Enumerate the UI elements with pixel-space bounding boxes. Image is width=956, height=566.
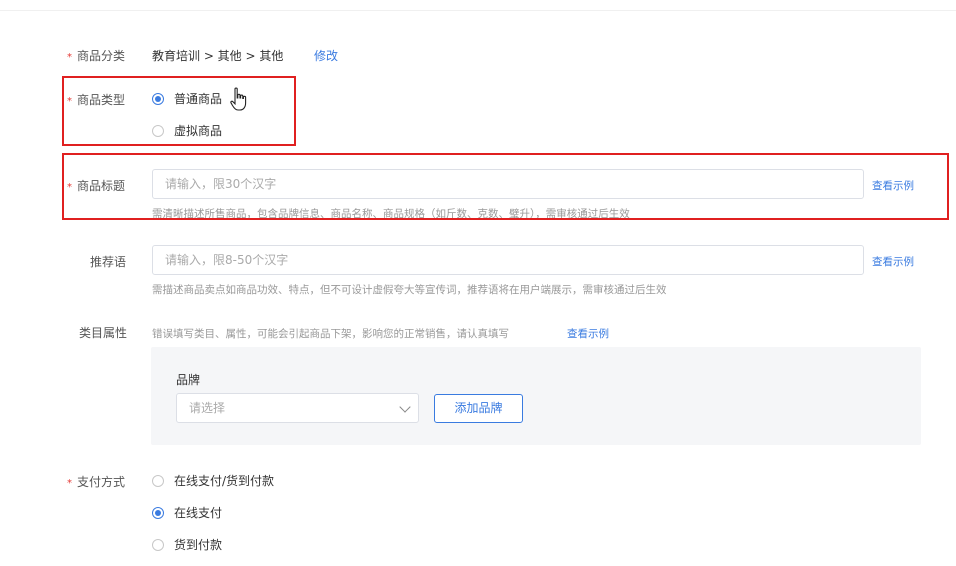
attributes-hint: 错误填写类目、属性，可能会引起商品下架，影响您的正常销售，请认真填写 (152, 328, 509, 340)
title-label: * 商品标题 (67, 177, 125, 194)
radio-label: 在线支付/货到付款 (174, 474, 275, 488)
title-label-text: 商品标题 (77, 179, 126, 193)
title-example-link[interactable]: 查看示例 (872, 178, 914, 193)
category-edit-link[interactable]: 修改 (314, 47, 338, 64)
radio-label: 在线支付 (174, 506, 223, 520)
add-brand-button[interactable]: 添加品牌 (434, 394, 523, 423)
slogan-label: 推荐语 (90, 255, 127, 269)
product-type-label-text: 商品类型 (77, 93, 126, 107)
title-input[interactable]: 请输入，限30个汉字 (152, 169, 864, 199)
chevron-down-icon (399, 401, 411, 413)
required-mark: * (67, 478, 72, 489)
radio-payment-online-or-cod[interactable]: 在线支付/货到付款 (152, 472, 274, 489)
slogan-hint: 需描述商品卖点如商品功效、特点，但不可设计虚假夸大等宣传词，推荐语将在用户端展示… (152, 284, 667, 296)
radio-label: 普通商品 (174, 92, 223, 106)
required-mark: * (67, 96, 72, 107)
payment-label: * 支付方式 (67, 473, 125, 490)
hand-cursor-icon (230, 87, 247, 111)
product-type-label: * 商品类型 (67, 91, 125, 108)
category-value: 教育培训 > 其他 > 其他 (152, 49, 284, 63)
brand-select-placeholder: 请选择 (189, 401, 226, 415)
category-label: * 商品分类 (67, 47, 125, 64)
required-mark: * (67, 52, 72, 63)
required-mark: * (67, 182, 72, 193)
slogan-input[interactable]: 请输入，限8-50个汉字 (152, 245, 864, 275)
radio-payment-online[interactable]: 在线支付 (152, 504, 222, 521)
attributes-example-link[interactable]: 查看示例 (567, 326, 609, 341)
title-hint: 需清晰描述所售商品，包含品牌信息、商品名称、商品规格（如斤数、克数、璧升），需审… (152, 208, 630, 220)
radio-dot-icon (152, 92, 164, 105)
category-label-text: 商品分类 (77, 49, 126, 63)
attributes-label: 类目属性 (79, 326, 128, 340)
radio-label: 虚拟商品 (174, 124, 223, 138)
radio-payment-cod[interactable]: 货到付款 (152, 536, 222, 553)
radio-dot-icon (152, 538, 164, 551)
radio-label: 货到付款 (174, 538, 223, 552)
brand-select[interactable]: 请选择 (176, 393, 419, 423)
payment-label-text: 支付方式 (77, 475, 126, 489)
radio-product-type-normal[interactable]: 普通商品 (152, 90, 222, 107)
top-divider (0, 10, 956, 11)
slogan-example-link[interactable]: 查看示例 (872, 254, 914, 269)
brand-label: 品牌 (176, 373, 201, 387)
radio-product-type-virtual[interactable]: 虚拟商品 (152, 122, 222, 139)
radio-dot-icon (152, 474, 164, 487)
radio-dot-icon (152, 124, 164, 137)
radio-dot-icon (152, 506, 164, 519)
